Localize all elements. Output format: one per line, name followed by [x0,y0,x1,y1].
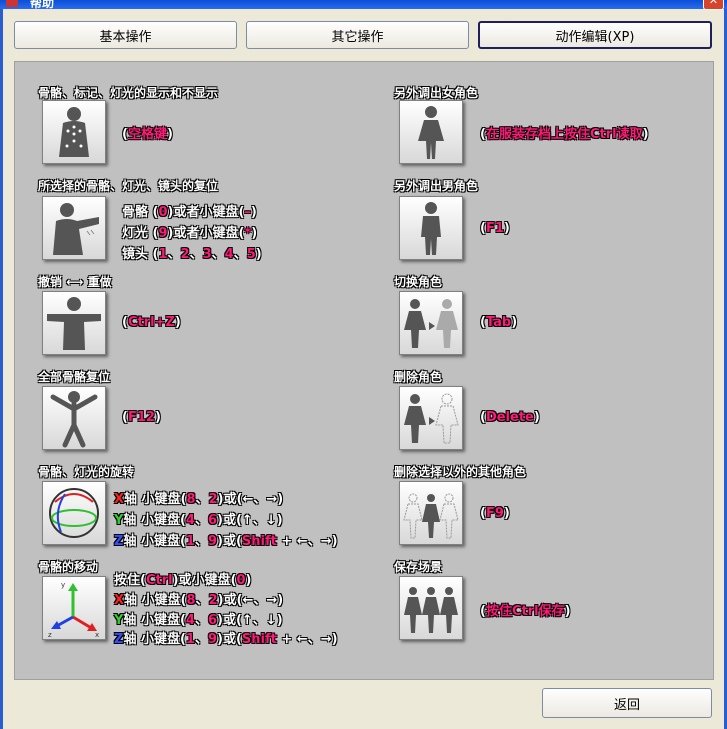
section-title-delete-character: 删除角色 [394,370,443,384]
shortcut-reset-camera: 镜头 (1、2、3、4、5) [122,247,262,262]
close-button[interactable]: ✕ [703,0,724,10]
shortcut-delete-character: (Delete) [480,410,540,425]
section-title-rotation: 骨骼、灯光的旋转 [38,465,135,479]
section-title-reset-all-bones: 全部骨骼复位 [38,370,111,384]
tab-motion-editing[interactable]: 动作编辑(XP) [478,21,712,49]
section-title-switch-character: 切换角色 [394,275,443,289]
save-scene-icon [399,576,463,640]
delete-others-icon [399,481,463,545]
title-bar: 帮助 ✕ [0,0,727,10]
move-axes-icon: y z x [42,576,106,640]
shortcut-rotate-y: Y轴 小键盘(4、6)或(↑、↓) [114,513,283,528]
shortcut-delete-others: (F9) [480,506,510,521]
axis-label-x: x [95,631,99,639]
double-arrow-icon: ⟷ [66,275,84,289]
section-title-undo-redo: 撤销 ⟷ 重做 [38,275,112,289]
shortcut-save-scene: (按住Ctrl保存) [480,604,571,619]
shortcut-rotate-x: X轴 小键盘(8、2)或(←、→) [114,492,284,507]
male-figure-icon [399,196,463,260]
tab-other-operations[interactable]: 其它操作 [246,21,469,49]
shortcut-load-male: (F1) [480,221,510,236]
female-figure-icon [399,100,463,164]
section-title-load-female: 另外调出女角色 [394,86,479,100]
figure-point-icon [42,196,106,260]
axis-label-z: z [48,631,52,639]
shortcut-reset-all: (F12) [122,410,161,425]
figure-front-icon [42,100,106,164]
section-title-toggle-display: 骨骼、标记、灯光的显示和不显示 [38,86,219,100]
delete-character-icon [399,386,463,450]
section-title-reset-selected: 所选择的骨骼、灯光、镜头的复位 [38,179,219,193]
shortcut-move-x: X轴 小键盘(8、2)或(←、→) [114,593,284,608]
app-icon [6,0,18,7]
shortcut-move-z: Z轴 小键盘(1、9)或(Shift + ←、→) [114,632,338,647]
figure-tpose-icon [42,291,106,355]
tab-basic-operations[interactable]: 基本操作 [14,21,237,49]
section-title-move-bone: 骨骼的移动 [38,560,99,574]
switch-character-icon [399,291,463,355]
axis-label-y: y [61,581,65,589]
shortcut-rotate-z: Z轴 小键盘(1、9)或(Shift + ←、→) [114,534,338,549]
section-title-load-male: 另外调出男角色 [394,179,479,193]
figure-skeleton-icon [42,386,106,450]
section-title-delete-others: 删除选择以外的其他角色 [394,465,527,479]
rotation-gizmo-icon [42,481,106,545]
return-button[interactable]: 返回 [542,688,712,718]
shortcut-reset-bone: 骨骼 (0)或者小键盘(–) [122,205,257,220]
shortcut-load-female: (在服装存档上按住Ctrl读取) [480,127,649,142]
shortcut-move-hold: 按住(Ctrl)或小键盘(0) [114,573,252,588]
shortcut-reset-light: 灯光 (9)或者小键盘(*) [122,226,258,241]
section-title-save-scene: 保存场景 [394,560,443,574]
shortcut-move-y: Y轴 小键盘(4、6)或(↑、↓) [114,613,283,628]
window-border-left [0,9,3,729]
shortcut-toggle-display: (空格键) [122,127,173,142]
shortcut-switch-character: (Tab) [480,315,518,330]
shortcut-undo-redo: (Ctrl+Z) [122,315,181,330]
window-title: 帮助 [30,0,55,10]
